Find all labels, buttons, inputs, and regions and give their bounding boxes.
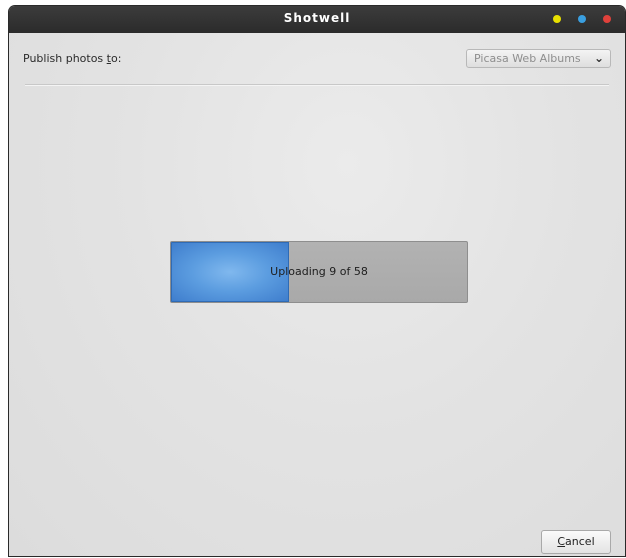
shotwell-publish-window: Shotwell Publish photos to: Picasa Web A…: [9, 6, 625, 556]
upload-progress-bar: Uploading 9 of 58: [170, 241, 468, 303]
cancel-button[interactable]: Cancel: [541, 530, 611, 554]
service-select-value: Picasa Web Albums: [474, 52, 581, 65]
title-bar[interactable]: Shotwell: [9, 6, 625, 34]
publish-photos-label: Publish photos to:: [23, 52, 121, 65]
window-title: Shotwell: [283, 11, 351, 25]
progress-fill: [171, 242, 290, 302]
close-button[interactable]: [603, 15, 611, 23]
cancel-label-rest: ancel: [565, 535, 595, 548]
cancel-mnemonic: C: [557, 535, 566, 548]
minimize-button[interactable]: [553, 15, 561, 23]
chevron-down-icon: ⌄: [593, 51, 604, 65]
separator: [25, 84, 609, 86]
publish-label-prefix: Publish photos: [23, 52, 107, 65]
maximize-button[interactable]: [578, 15, 586, 23]
publish-dialog-content: Publish photos to: Picasa Web Albums ⌄ U…: [9, 33, 625, 556]
service-select[interactable]: Picasa Web Albums ⌄: [466, 49, 611, 68]
publish-label-suffix: o:: [111, 52, 122, 65]
